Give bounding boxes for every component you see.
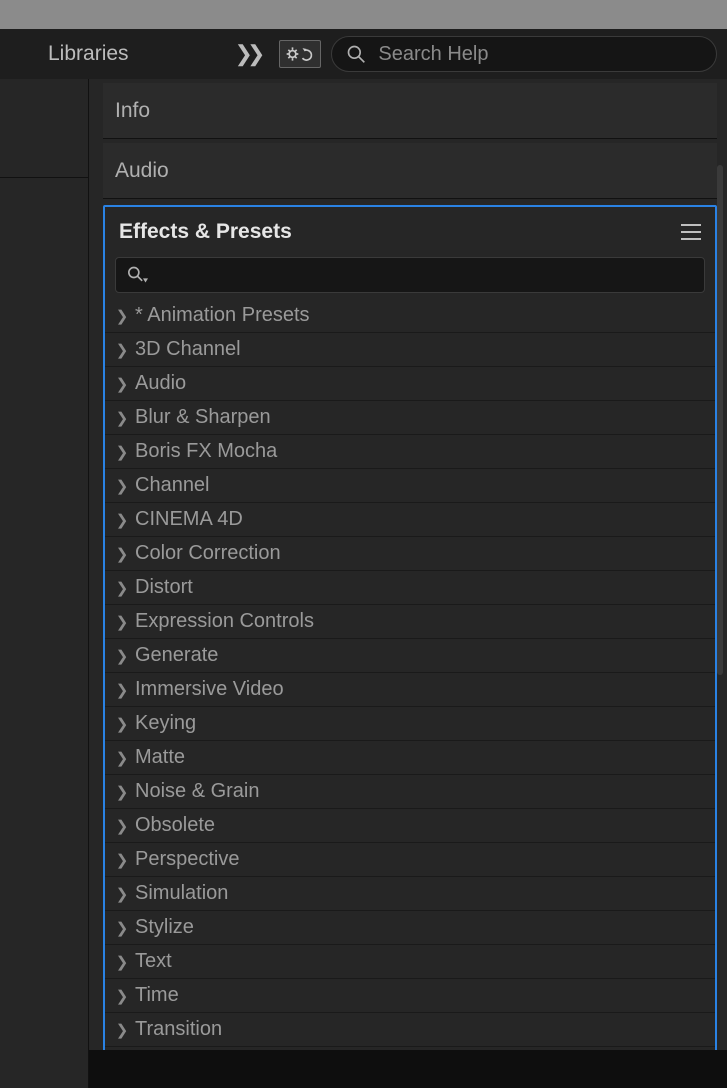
search-dropdown-icon [126,265,150,285]
effects-category-row[interactable]: ❯ * Animation Presets [105,299,715,333]
effects-category-label: Audio [135,372,186,395]
effects-panel-header[interactable]: Effects & Presets [105,207,715,257]
effects-category-label: 3D Channel [135,338,241,361]
left-pane [0,79,89,1088]
chevron-right-icon: ❯ [115,443,129,461]
effects-category-label: Matte [135,746,185,769]
panel-menu-icon[interactable] [681,224,701,240]
effects-category-label: Immersive Video [135,678,284,701]
chevron-right-icon: ❯ [115,613,129,631]
effects-category-row[interactable]: ❯ Text [105,945,715,979]
effects-category-row[interactable]: ❯ Generate [105,639,715,673]
search-help-input[interactable] [378,43,702,66]
libraries-tab-label: Libraries [48,42,129,66]
info-panel-header[interactable]: Info [103,83,717,139]
toolbar: Libraries ❯❯ [0,29,727,79]
chevron-right-icon: ❯ [115,851,129,869]
sync-settings-button[interactable] [279,40,321,68]
search-icon [346,44,366,64]
effects-category-label: Generate [135,644,218,667]
effects-category-label: Color Correction [135,542,281,565]
effects-category-row[interactable]: ❯ Blur & Sharpen [105,401,715,435]
effects-category-row[interactable]: ❯ Perspective [105,843,715,877]
main-area: Info Audio Effects & Presets [0,79,727,1088]
effects-category-list[interactable]: ❯ * Animation Presets ❯ 3D Channel ❯ Audio ❯ Bl… [105,299,715,1080]
effects-category-row[interactable]: ❯ Noise & Grain [105,775,715,809]
audio-panel-header[interactable]: Audio [103,143,717,199]
chevron-right-icon: ❯ [115,817,129,835]
effects-category-label: Channel [135,474,210,497]
chevron-right-icon: ❯ [115,545,129,563]
footer-bar [89,1050,727,1088]
effects-category-row[interactable]: ❯ Keying [105,707,715,741]
effects-category-label: CINEMA 4D [135,508,243,531]
effects-category-label: * Animation Presets [135,304,310,327]
search-help-field[interactable] [331,36,717,72]
chevron-right-icon: ❯ [115,647,129,665]
effects-category-row[interactable]: ❯ Immersive Video [105,673,715,707]
effects-category-row[interactable]: ❯ Expression Controls [105,605,715,639]
effects-presets-panel: Effects & Presets ❯ * Animation Presets ❯ 3… [103,205,717,1082]
effects-panel-title: Effects & Presets [119,220,292,244]
effects-category-label: Obsolete [135,814,215,837]
effects-category-label: Expression Controls [135,610,314,633]
effects-category-row[interactable]: ❯ 3D Channel [105,333,715,367]
effects-category-label: Boris FX Mocha [135,440,277,463]
window-titlebar [0,0,727,29]
left-pane-divider [0,177,88,178]
chevron-right-icon: ❯ [115,511,129,529]
effects-category-row[interactable]: ❯ Obsolete [105,809,715,843]
chevron-right-icon: ❯ [115,953,129,971]
effects-category-row[interactable]: ❯ Simulation [105,877,715,911]
effects-category-row[interactable]: ❯ Boris FX Mocha [105,435,715,469]
chevron-right-icon: ❯ [115,477,129,495]
effects-category-label: Stylize [135,916,194,939]
panel-stack: Info Audio Effects & Presets [89,79,727,1088]
chevron-right-icon: ❯ [115,375,129,393]
effects-category-row[interactable]: ❯ CINEMA 4D [105,503,715,537]
chevron-right-icon: ❯ [115,307,129,325]
chevron-right-icon: ❯ [115,749,129,767]
effects-category-label: Text [135,950,172,973]
effects-category-row[interactable]: ❯ Time [105,979,715,1013]
effects-category-label: Keying [135,712,196,735]
effects-search-field[interactable] [115,257,705,293]
libraries-tab[interactable]: Libraries [0,29,149,79]
panel-scrollbar[interactable] [717,165,723,675]
chevron-right-icon: ❯ [115,715,129,733]
audio-panel-title: Audio [115,159,169,183]
effects-category-label: Perspective [135,848,240,871]
effects-category-label: Blur & Sharpen [135,406,271,429]
effects-category-label: Simulation [135,882,228,905]
gear-sync-icon [283,44,317,64]
effects-search-input[interactable] [156,265,694,286]
effects-category-row[interactable]: ❯ Transition [105,1013,715,1047]
chevron-right-icon: ❯ [115,885,129,903]
chevron-right-icon: ❯ [115,579,129,597]
effects-category-row[interactable]: ❯ Audio [105,367,715,401]
effects-category-label: Time [135,984,179,1007]
effects-category-label: Transition [135,1018,222,1041]
chevron-right-icon: ❯ [115,409,129,427]
chevron-right-icon: ❯ [115,987,129,1005]
effects-category-row[interactable]: ❯ Channel [105,469,715,503]
effects-category-label: Noise & Grain [135,780,260,803]
effects-category-label: Distort [135,576,193,599]
chevron-right-icon: ❯ [115,919,129,937]
effects-category-row[interactable]: ❯ Stylize [105,911,715,945]
chevron-right-icon: ❯ [115,341,129,359]
effects-category-row[interactable]: ❯ Color Correction [105,537,715,571]
effects-category-row[interactable]: ❯ Matte [105,741,715,775]
collapse-panel-icon[interactable]: ❯❯ [235,37,270,71]
chevron-right-icon: ❯ [115,783,129,801]
effects-category-row[interactable]: ❯ Distort [105,571,715,605]
info-panel-title: Info [115,99,150,123]
chevron-right-icon: ❯ [115,681,129,699]
chevron-right-icon: ❯ [115,1021,129,1039]
